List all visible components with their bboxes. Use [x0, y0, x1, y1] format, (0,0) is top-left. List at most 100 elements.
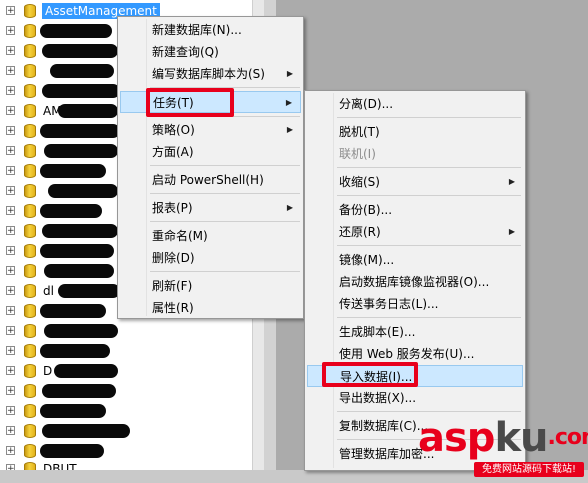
database-icon — [24, 224, 36, 238]
expand-plus-icon[interactable]: + — [6, 286, 15, 296]
redacted-label — [40, 244, 114, 258]
menu-separator — [150, 221, 300, 222]
menu-separator — [150, 116, 300, 117]
tree-label-d[interactable]: D — [40, 363, 55, 379]
tree-row[interactable]: + D — [0, 361, 252, 381]
menu-item-delete[interactable]: 删除(D) — [120, 247, 301, 269]
expand-plus-icon[interactable]: + — [6, 326, 15, 336]
task-launch-mirroring-monitor[interactable]: 启动数据库镜像监视器(O)... — [307, 271, 523, 293]
expand-plus-icon[interactable]: + — [6, 86, 15, 96]
menu-item-label: 任务(T) — [153, 96, 194, 110]
expand-plus-icon[interactable]: + — [6, 26, 15, 36]
task-generate-scripts[interactable]: 生成脚本(E)... — [307, 321, 523, 343]
redacted-label — [40, 164, 106, 178]
menu-item-new-database[interactable]: 新建数据库(N)... — [120, 19, 301, 41]
menu-item-start-powershell[interactable]: 启动 PowerShell(H) — [120, 169, 301, 191]
task-export-data[interactable]: 导出数据(X)... — [307, 387, 523, 409]
redacted-label — [44, 264, 114, 278]
expand-plus-icon[interactable]: + — [6, 246, 15, 256]
menu-separator — [150, 193, 300, 194]
redacted-label — [40, 124, 120, 138]
menu-item-rename[interactable]: 重命名(M) — [120, 225, 301, 247]
menu-item-properties[interactable]: 属性(R) — [120, 297, 301, 319]
database-context-menu: 新建数据库(N)... 新建查询(Q) 编写数据库脚本为(S) ▶ 任务(T) … — [117, 16, 304, 319]
redacted-label — [44, 324, 118, 338]
menu-item-tasks[interactable]: 任务(T) ▶ — [120, 91, 301, 113]
expand-plus-icon[interactable]: + — [6, 406, 15, 416]
expand-plus-icon[interactable]: + — [6, 126, 15, 136]
menu-item-label: 方面(A) — [152, 145, 194, 159]
tree-row[interactable]: + — [0, 421, 252, 441]
menu-item-label: 脱机(T) — [339, 125, 380, 139]
menu-item-refresh[interactable]: 刷新(F) — [120, 275, 301, 297]
database-icon — [24, 84, 36, 98]
menu-item-policies[interactable]: 策略(O) ▶ — [120, 119, 301, 141]
menu-item-reports[interactable]: 报表(P) ▶ — [120, 197, 301, 219]
menu-separator — [337, 167, 521, 168]
menu-item-label: 还原(R) — [339, 225, 381, 239]
database-icon — [24, 184, 36, 198]
task-bring-online: 联机(I) — [307, 143, 523, 165]
redacted-label — [42, 84, 120, 98]
task-publish-web-service[interactable]: 使用 Web 服务发布(U)... — [307, 343, 523, 365]
submenu-arrow-icon: ▶ — [508, 227, 515, 236]
tree-row[interactable]: + — [0, 341, 252, 361]
task-mirror[interactable]: 镜像(M)... — [307, 249, 523, 271]
expand-plus-icon[interactable]: + — [6, 206, 15, 216]
expand-plus-icon[interactable]: + — [6, 446, 15, 456]
expand-plus-icon[interactable]: + — [6, 346, 15, 356]
database-icon — [24, 324, 36, 338]
task-ship-transaction-logs[interactable]: 传送事务日志(L)... — [307, 293, 523, 315]
redacted-label — [58, 104, 118, 118]
tree-label-dbut[interactable]: DBUT — [40, 461, 80, 470]
expand-plus-icon[interactable]: + — [6, 426, 15, 436]
tree-row[interactable]: + — [0, 441, 252, 461]
expand-plus-icon[interactable]: + — [6, 46, 15, 56]
expand-plus-icon[interactable]: + — [6, 106, 15, 116]
menu-item-script-database-as[interactable]: 编写数据库脚本为(S) ▶ — [120, 63, 301, 85]
redacted-label — [40, 444, 104, 458]
expand-plus-icon[interactable]: + — [6, 366, 15, 376]
database-icon — [24, 24, 36, 38]
tree-row[interactable]: + — [0, 381, 252, 401]
tree-row[interactable]: + DBUT — [0, 459, 252, 470]
watermark-asp-text: asp — [418, 415, 495, 461]
expand-plus-icon[interactable]: + — [6, 386, 15, 396]
menu-item-label: 编写数据库脚本为(S) — [152, 67, 265, 81]
menu-item-facets[interactable]: 方面(A) — [120, 141, 301, 163]
menu-separator — [150, 165, 300, 166]
expand-plus-icon[interactable]: + — [6, 6, 15, 16]
redacted-label — [50, 64, 114, 78]
expand-plus-icon[interactable]: + — [6, 266, 15, 276]
menu-item-label: 使用 Web 服务发布(U)... — [339, 347, 475, 361]
tree-row[interactable]: + — [0, 321, 252, 341]
expand-plus-icon[interactable]: + — [6, 166, 15, 176]
tree-row[interactable]: + — [0, 401, 252, 421]
expand-plus-icon[interactable]: + — [6, 306, 15, 316]
submenu-arrow-icon: ▶ — [286, 125, 293, 134]
expand-plus-icon[interactable]: + — [6, 186, 15, 196]
menu-item-new-query[interactable]: 新建查询(Q) — [120, 41, 301, 63]
expand-plus-icon[interactable]: + — [6, 146, 15, 156]
menu-separator — [150, 87, 300, 88]
tree-label-dl[interactable]: dl — [40, 283, 57, 299]
database-icon — [24, 444, 36, 458]
task-detach[interactable]: 分离(D)... — [307, 93, 523, 115]
menu-separator — [337, 411, 521, 412]
expand-plus-icon[interactable]: + — [6, 66, 15, 76]
submenu-arrow-icon: ▶ — [286, 69, 293, 78]
menu-item-label: 导出数据(X)... — [339, 391, 417, 405]
menu-item-label: 启动数据库镜像监视器(O)... — [339, 275, 490, 289]
redacted-label — [54, 364, 118, 378]
task-import-data[interactable]: 导入数据(I)... — [307, 365, 523, 387]
task-backup[interactable]: 备份(B)... — [307, 199, 523, 221]
database-icon — [24, 244, 36, 258]
task-shrink[interactable]: 收缩(S) ▶ — [307, 171, 523, 193]
menu-item-label: 重命名(M) — [152, 229, 208, 243]
expand-plus-icon[interactable]: + — [6, 226, 15, 236]
task-restore[interactable]: 还原(R) ▶ — [307, 221, 523, 243]
database-icon — [24, 384, 36, 398]
task-take-offline[interactable]: 脱机(T) — [307, 121, 523, 143]
watermark-logo: aspku.com — [418, 418, 588, 458]
database-icon — [24, 344, 36, 358]
